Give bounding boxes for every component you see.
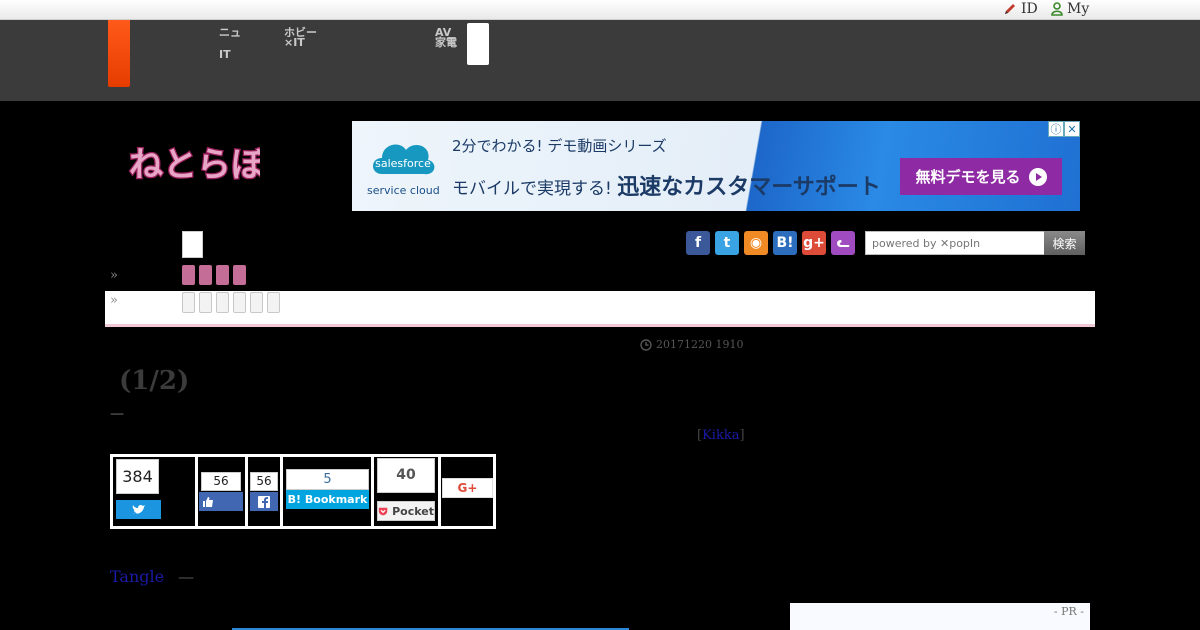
article-date-text: 20171220 1910 [656,338,744,351]
nav-item-av[interactable]: AV 家電 [435,27,457,49]
nav-item-news-line1: ニュ [219,26,241,39]
rss-icon[interactable]: ◉ [744,231,768,255]
nav-item-hobby-line2: ×IT [284,36,305,49]
thumbs-up-icon [203,496,213,507]
facebook-like-count: 56 [201,472,241,491]
tag-link[interactable]: Tangle [110,567,164,586]
nav-item-news-line2: IT [219,48,231,61]
salesforce-cloud-icon: salesforce [373,144,435,175]
hatena-count: 5 [286,469,369,490]
facebook-icon [258,495,270,508]
breadcrumb-tag[interactable] [233,265,246,285]
site-logo-text: ねとらぼ [129,145,260,185]
twitter-icon[interactable]: t [715,231,739,255]
pocket-button[interactable]: Pocket [377,501,435,521]
breadcrumb-item[interactable] [250,292,263,313]
placeholder-box[interactable] [182,231,203,258]
ad-line2-prefix: モバイルで実現する! [452,179,612,199]
breadcrumb-item[interactable] [216,292,229,313]
twitter-share-button[interactable] [116,500,161,519]
nav-search-box[interactable] [467,23,489,65]
ad-line2-emphasis: 迅速なカスタマーサポート [617,175,881,200]
share-divider [195,457,198,526]
tag-dash: — [178,567,195,586]
breadcrumb-item[interactable] [199,292,212,313]
breadcrumb-marker-1: » [110,268,118,283]
share-divider [371,457,374,526]
googleplus-icon[interactable]: g+ [802,231,826,255]
clock-icon [640,338,652,351]
pr-box: - PR - [790,603,1090,630]
author-link[interactable]: Kikka [702,428,739,443]
share-divider [438,457,441,526]
info-icon[interactable]: ⓘ [1048,121,1064,137]
ad-line1: 2分でわかる! デモ動画シリーズ [452,137,667,155]
facebook-icon[interactable]: f [686,231,710,255]
search-input[interactable] [865,231,1045,255]
breadcrumb-item[interactable] [267,292,280,313]
article-subtitle-dash: — [110,406,124,422]
breadcrumb-tag[interactable] [199,265,212,285]
site-logo[interactable]: ねとらぼ [125,138,260,190]
breadcrumb-tag[interactable] [182,265,195,285]
hatena-bookmark-button[interactable]: B! Bookmark [286,490,369,509]
ad-banner[interactable]: salesforce service cloud 2分でわかる! デモ動画シリー… [352,121,1080,211]
article-title: (1/2) [119,366,190,396]
nav-item-av-line2: 家電 [435,36,457,49]
facebook-share-button[interactable] [250,492,278,511]
pocket-label: Pocket [392,504,434,518]
facebook-share-count: 56 [250,472,278,491]
pr-label: - PR - [1053,605,1084,618]
my-link[interactable]: My [1051,1,1089,17]
id-link-label: ID [1021,1,1038,17]
ad-brand: salesforce [375,157,431,170]
cat-icon[interactable]: ᓚ [831,231,855,255]
breadcrumb-item[interactable] [182,292,195,313]
share-divider [280,457,283,526]
pocket-count: 40 [377,458,435,493]
close-icon[interactable]: ✕ [1064,121,1080,137]
breadcrumb-item[interactable] [233,292,246,313]
play-icon [1028,167,1047,186]
ad-cta-button[interactable]: 無料デモを見る [900,158,1062,195]
nav-item-hobby[interactable]: ホビー ×IT [284,27,317,49]
breadcrumb-tag[interactable] [216,265,229,285]
pencil-icon [1005,4,1015,14]
twitter-count: 384 [116,459,159,494]
share-divider [245,457,248,526]
my-link-label: My [1067,1,1090,17]
person-icon [1051,2,1063,16]
nav-item-news[interactable]: ニュ IT [219,26,241,61]
ad-choices: ⓘ ✕ [1048,121,1080,137]
hatena-icon[interactable]: B! [773,231,797,255]
pocket-icon [378,507,388,515]
ad-cta-label: 無料デモを見る [915,168,1021,186]
article-author: [Kikka] [697,428,745,443]
tag-line: Tangle — [110,567,194,586]
main-nav: ニュ IT ホビー ×IT AV 家電 [0,20,1200,101]
googleplus-button[interactable]: G+ [442,478,493,498]
share-panel: 384 56 56 5 B! Bookmark 40 Pocket G+ [110,454,496,529]
twitter-icon [132,504,145,514]
brand-tab[interactable] [108,20,130,87]
breadcrumb-marker-2: » [110,293,118,308]
article-date: 20171220 1910 [640,338,743,351]
ad-line2: モバイルで実現する! 迅速なカスタマーサポート [452,169,881,201]
id-link[interactable]: ID [1003,1,1038,17]
author-bracket-close: ] [739,428,745,443]
facebook-like-button[interactable] [199,492,243,511]
top-utility-bar: ID My [0,0,1200,20]
search-button[interactable]: 検索 [1044,231,1085,255]
ad-sub-brand: service cloud [367,184,440,197]
